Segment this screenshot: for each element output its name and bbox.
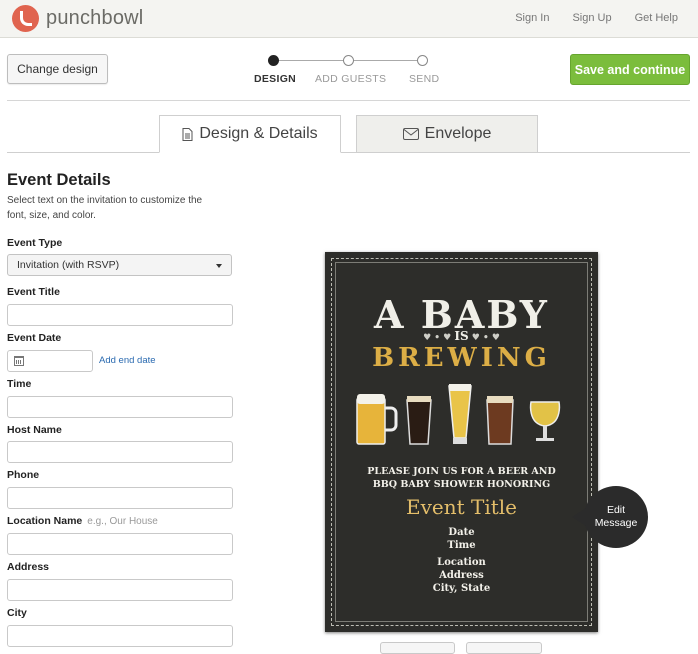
- account-links: Sign In Sign Up Get Help: [515, 12, 678, 24]
- host-name-label: Host Name: [7, 424, 62, 436]
- tab-envelope[interactable]: Envelope: [356, 115, 538, 153]
- location-name-label: Location Name e.g., Our House: [7, 515, 158, 527]
- address-label: Address: [7, 561, 50, 573]
- location-name-label-text: Location Name: [7, 515, 83, 527]
- beer-mug-icon: [356, 394, 398, 445]
- step-design-label[interactable]: DESIGN: [254, 73, 296, 85]
- step-send-dot: [417, 55, 428, 66]
- caret-down-icon: [216, 264, 222, 268]
- pilsner-glass-icon: [448, 384, 472, 444]
- tab-design-details[interactable]: Design & Details: [159, 115, 341, 153]
- divider: [7, 100, 690, 101]
- card-is-text: IS: [454, 329, 469, 343]
- change-design-button[interactable]: Change design: [7, 54, 108, 84]
- event-details-header: Event Details Select text on the invitat…: [7, 171, 235, 223]
- tab-design-details-label: Design & Details: [199, 125, 318, 142]
- edit-message-line1: Edit: [606, 504, 626, 516]
- punchbowl-logo[interactable]: punchbowl: [12, 5, 143, 32]
- tulip-glass-icon: [529, 401, 561, 441]
- event-type-label: Event Type: [7, 237, 63, 249]
- card-date[interactable]: Date: [325, 526, 598, 539]
- step-add-guests-dot: [343, 55, 354, 66]
- amber-glass-icon: [486, 396, 514, 445]
- event-date-label: Event Date: [7, 332, 62, 344]
- tab-envelope-label: Envelope: [424, 125, 492, 142]
- event-date-input[interactable]: [7, 350, 93, 372]
- get-help-link[interactable]: Get Help: [635, 12, 678, 24]
- edit-message-line2: Message: [594, 517, 638, 529]
- progress-steps: DESIGN ADD GUESTS SEND: [254, 55, 444, 89]
- document-icon: [182, 127, 193, 141]
- address-input[interactable]: [7, 579, 233, 601]
- location-name-hint: e.g., Our House: [87, 516, 158, 527]
- card-address[interactable]: Address: [325, 569, 598, 582]
- card-invite-line1: PLEASE JOIN US FOR A BEER AND: [367, 466, 556, 477]
- step-send-label[interactable]: SEND: [409, 73, 439, 85]
- beer-glasses-illustration: [356, 384, 561, 445]
- card-headline-brewing[interactable]: BREWING: [325, 343, 598, 373]
- edit-message-button[interactable]: Edit Message: [572, 486, 648, 548]
- calendar-icon: [14, 356, 24, 366]
- add-end-date-link[interactable]: Add end date: [99, 355, 156, 366]
- save-and-continue-button[interactable]: Save and continue: [570, 54, 690, 85]
- event-title-label: Event Title: [7, 286, 60, 298]
- city-label: City: [7, 607, 27, 619]
- event-details-title: Event Details: [7, 171, 111, 189]
- tabs-baseline: [7, 152, 690, 153]
- phone-label: Phone: [7, 469, 40, 481]
- stout-glass-icon: [406, 396, 432, 445]
- event-type-value: Invitation (with RSVP): [17, 259, 120, 271]
- card-time[interactable]: Time: [325, 539, 598, 552]
- time-label: Time: [7, 378, 32, 390]
- event-title-input[interactable]: [7, 304, 233, 326]
- phone-input[interactable]: [7, 487, 233, 509]
- event-type-select[interactable]: Invitation (with RSVP): [7, 254, 232, 276]
- card-action-button-1[interactable]: [380, 642, 455, 654]
- card-headline-is[interactable]: ♥ • ♥ IS ♥ • ♥: [325, 329, 598, 343]
- card-invite-line2: BBQ BABY SHOWER HONORING: [372, 479, 551, 490]
- step-add-guests-label[interactable]: ADD GUESTS: [315, 73, 386, 85]
- event-details-subtitle: Select text on the invitation to customi…: [7, 195, 203, 221]
- time-input[interactable]: [7, 396, 233, 418]
- city-input[interactable]: [7, 625, 233, 647]
- invitation-card-preview[interactable]: A BABY ♥ • ♥ IS ♥ • ♥ BREWING PLEASE JOI…: [325, 252, 598, 632]
- host-name-input[interactable]: [7, 441, 233, 463]
- card-event-title[interactable]: Event Title: [325, 495, 598, 519]
- logo-text: punchbowl: [46, 7, 144, 29]
- punchbowl-logo-icon: [12, 5, 39, 32]
- envelope-icon: [402, 128, 419, 140]
- card-city-state[interactable]: City, State: [325, 582, 598, 595]
- location-name-input[interactable]: [7, 533, 233, 555]
- sign-up-link[interactable]: Sign Up: [572, 12, 611, 24]
- card-invite-message[interactable]: PLEASE JOIN US FOR A BEER AND BBQ BABY S…: [325, 465, 598, 491]
- card-location[interactable]: Location: [325, 556, 598, 569]
- step-design-dot: [268, 55, 279, 66]
- sign-in-link[interactable]: Sign In: [515, 12, 549, 24]
- card-action-button-2[interactable]: [466, 642, 542, 654]
- top-navigation-bar: punchbowl Sign In Sign Up Get Help: [0, 0, 698, 38]
